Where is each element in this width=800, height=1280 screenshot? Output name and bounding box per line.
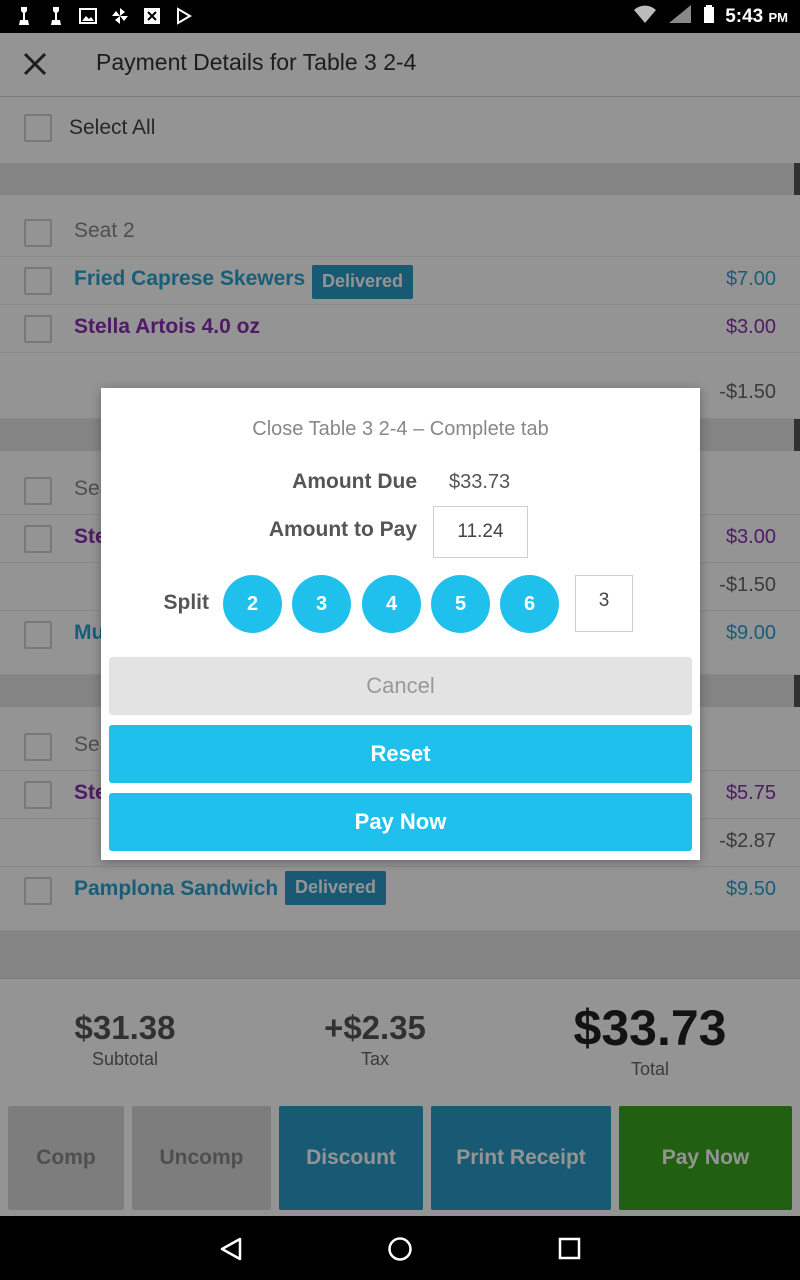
dialog-title: Close Table 3 2-4 – Complete tab: [252, 418, 549, 440]
amount-due-value: $33.73: [449, 471, 511, 493]
cancel-button[interactable]: Cancel: [109, 657, 692, 715]
amount-to-pay-input[interactable]: 11.24: [433, 506, 528, 558]
pinwheel-icon: [110, 6, 130, 26]
chess-piece-icon: [46, 6, 66, 26]
reset-button[interactable]: Reset: [109, 725, 692, 783]
navigation-bar: [0, 1216, 800, 1280]
home-icon[interactable]: [387, 1236, 413, 1262]
signal-icon: [667, 4, 693, 29]
back-icon[interactable]: [218, 1236, 244, 1262]
excel-icon: [142, 6, 162, 26]
split-label: Split: [163, 591, 210, 614]
system-indicators: 5:43 PM: [633, 4, 788, 29]
clock: 5:43 PM: [725, 6, 788, 28]
recents-icon[interactable]: [558, 1237, 582, 1261]
amount-to-pay-label: Amount to Pay: [268, 518, 417, 541]
split-2-button[interactable]: 2: [223, 575, 282, 633]
split-4-button[interactable]: 4: [362, 575, 421, 633]
split-count-input[interactable]: 3: [575, 575, 633, 632]
status-bar: 5:43 PM: [0, 0, 800, 33]
clock-ampm: PM: [768, 9, 789, 25]
play-store-icon: [174, 6, 194, 26]
split-6-button[interactable]: 6: [500, 575, 559, 633]
pay-now-dialog-button[interactable]: Pay Now: [109, 793, 692, 851]
image-icon: [78, 6, 98, 26]
amount-due-label: Amount Due: [292, 470, 417, 493]
clock-time: 5:43: [725, 5, 764, 27]
chess-piece-icon: [14, 6, 34, 26]
split-5-button[interactable]: 5: [431, 575, 490, 633]
battery-icon: [703, 4, 715, 29]
close-table-dialog: Close Table 3 2-4 – Complete tab Amount …: [101, 388, 700, 860]
notification-icons: [14, 6, 194, 26]
wifi-icon: [633, 4, 657, 29]
split-3-button[interactable]: 3: [292, 575, 351, 633]
